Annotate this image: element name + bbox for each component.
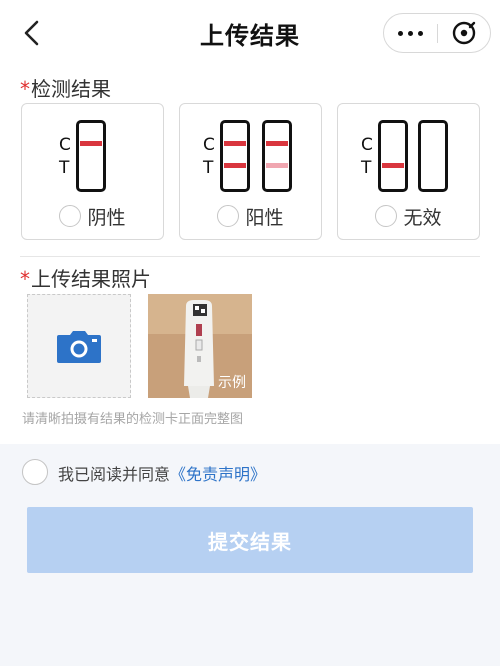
result-label-text: 检测结果 — [31, 77, 111, 101]
photo-section-label: *上传结果照片 — [20, 263, 151, 292]
radio-button[interactable] — [375, 205, 398, 227]
example-photo[interactable]: 示例 — [148, 294, 252, 398]
agreement-text: 我已阅读并同意《免责声明》 — [58, 461, 266, 485]
result-section-label: *检测结果 — [20, 73, 111, 102]
target-close-icon[interactable] — [444, 19, 484, 47]
submit-button[interactable]: 提交结果 — [27, 507, 473, 573]
control-letter: C — [361, 135, 373, 155]
option-label: 阴性 — [87, 206, 126, 229]
radio-row: 阴性 — [22, 203, 163, 229]
disclaimer-link[interactable]: 《免责声明》 — [170, 465, 266, 484]
required-mark: * — [20, 267, 30, 291]
radio-row: 阳性 — [180, 203, 321, 229]
test-letter: T — [361, 158, 372, 178]
capsule-divider — [437, 24, 438, 43]
more-dots-icon[interactable] — [384, 14, 437, 52]
camera-icon — [57, 331, 101, 363]
radio-button[interactable] — [217, 205, 240, 227]
result-option-positive[interactable]: C T 阳性 — [179, 103, 322, 240]
test-letter: T — [203, 158, 214, 178]
photo-label-text: 上传结果照片 — [31, 267, 151, 291]
photo-upload-button[interactable] — [27, 294, 131, 398]
example-tag: 示例 — [218, 375, 246, 391]
radio-row: 无效 — [338, 203, 479, 229]
agreement-checkbox[interactable] — [22, 459, 48, 485]
option-label: 无效 — [403, 206, 442, 229]
section-divider — [20, 256, 480, 257]
required-mark: * — [20, 77, 30, 101]
result-option-negative[interactable]: C T 阴性 — [21, 103, 164, 240]
result-option-invalid[interactable]: C T 无效 — [337, 103, 480, 240]
radio-button[interactable] — [59, 205, 82, 227]
upload-hint: 请清晰拍摄有结果的检测卡正面完整图 — [22, 412, 244, 427]
test-letter: T — [59, 158, 70, 178]
test-strip — [220, 120, 250, 192]
control-line — [80, 141, 102, 146]
control-letter: C — [203, 135, 215, 155]
control-line — [224, 141, 246, 146]
test-strip — [76, 120, 106, 192]
test-line-faint — [266, 163, 288, 168]
mini-program-capsule — [383, 13, 491, 53]
nav-bar: 上传结果 — [0, 0, 500, 66]
agreement-prefix: 我已阅读并同意 — [58, 465, 171, 484]
test-strip — [262, 120, 292, 192]
test-line — [382, 163, 404, 168]
option-label: 阳性 — [245, 206, 284, 229]
test-strip — [418, 120, 448, 192]
test-line — [224, 163, 246, 168]
test-strip — [378, 120, 408, 192]
control-letter: C — [59, 135, 71, 155]
control-line — [266, 141, 288, 146]
